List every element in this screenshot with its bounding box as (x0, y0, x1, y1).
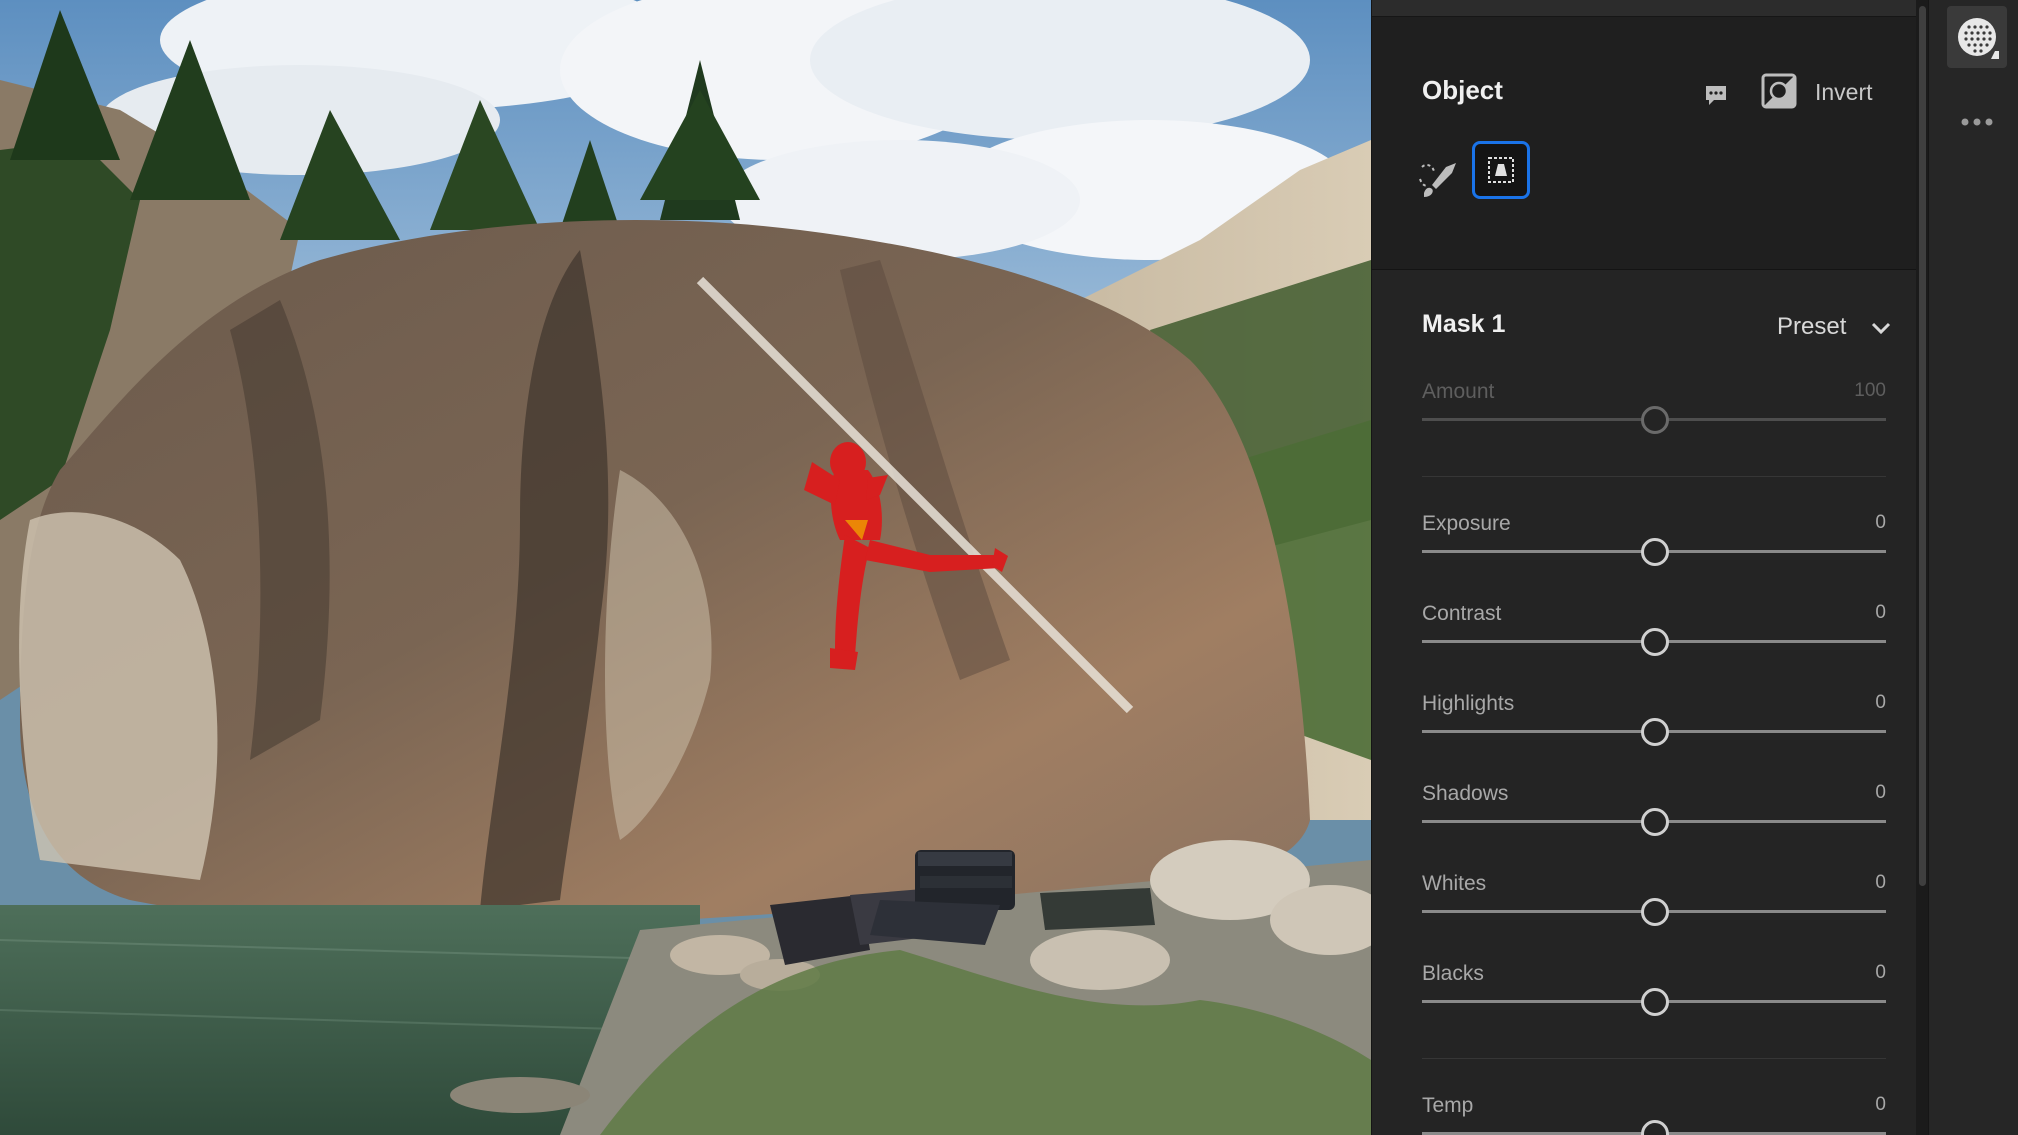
object-title: Object (1422, 75, 1503, 105)
slider-value[interactable]: 0 (1875, 782, 1886, 804)
slider-thumb[interactable] (1641, 538, 1669, 566)
slider-label: Highlights (1422, 692, 1515, 715)
slider-exposure[interactable]: Exposure 0 (1422, 512, 1886, 582)
slider-thumb[interactable] (1641, 808, 1669, 836)
slider-thumb[interactable] (1641, 628, 1669, 656)
invert-label[interactable]: Invert (1815, 79, 1873, 106)
slider-label: Amount (1422, 380, 1495, 403)
divider (1422, 476, 1886, 477)
mask-title: Mask 1 (1422, 310, 1506, 338)
slider-thumb[interactable] (1641, 898, 1669, 926)
brush-select-icon[interactable] (1416, 157, 1464, 205)
more-options-icon[interactable] (1957, 110, 1997, 134)
slider-thumb[interactable] (1641, 406, 1669, 434)
slider-value[interactable]: 0 (1875, 1094, 1886, 1116)
slider-blacks[interactable]: Blacks 0 (1422, 962, 1886, 1032)
side-toolbar (1928, 0, 2018, 1135)
slider-contrast[interactable]: Contrast 0 (1422, 602, 1886, 672)
object-section: Object Invert (1372, 17, 1917, 270)
slider-label: Blacks (1422, 962, 1484, 985)
masking-tool-button[interactable] (1947, 6, 2007, 68)
slider-value[interactable]: 0 (1875, 872, 1886, 894)
slider-label: Temp (1422, 1094, 1474, 1117)
rectangle-select-button[interactable] (1472, 141, 1530, 199)
masking-icon (1958, 18, 1999, 59)
slider-label: Contrast (1422, 602, 1502, 625)
slider-value[interactable]: 0 (1875, 962, 1886, 984)
slider-label: Shadows (1422, 782, 1509, 805)
slider-value[interactable]: 100 (1854, 380, 1886, 402)
scrollbar-thumb[interactable] (1919, 6, 1926, 886)
slider-amount[interactable]: Amount 100 (1422, 380, 1886, 450)
invert-icon[interactable] (1761, 73, 1797, 109)
photo-canvas[interactable] (0, 0, 1371, 1135)
slider-value[interactable]: 0 (1875, 602, 1886, 624)
rectangle-select-icon (1488, 157, 1514, 183)
divider (1422, 1058, 1886, 1059)
slider-shadows[interactable]: Shadows 0 (1422, 782, 1886, 852)
photo-image (0, 0, 1371, 1135)
slider-thumb[interactable] (1641, 718, 1669, 746)
preset-dropdown[interactable]: Preset (1777, 313, 1846, 341)
slider-value[interactable]: 0 (1875, 692, 1886, 714)
slider-thumb[interactable] (1641, 988, 1669, 1016)
slider-thumb[interactable] (1641, 1120, 1669, 1135)
comment-icon[interactable] (1702, 81, 1730, 109)
slider-temp[interactable]: Temp 0 (1422, 1094, 1886, 1135)
chevron-down-icon[interactable] (1870, 320, 1892, 336)
panel-top-bar (1372, 0, 1917, 17)
masking-panel: Object Invert Mask 1 Preset Amount 100 E… (1371, 0, 1917, 1135)
slider-whites[interactable]: Whites 0 (1422, 872, 1886, 942)
slider-label: Exposure (1422, 512, 1511, 535)
slider-highlights[interactable]: Highlights 0 (1422, 692, 1886, 762)
app-window: Object Invert Mask 1 Preset Amount 100 E… (0, 0, 2018, 1135)
slider-label: Whites (1422, 872, 1487, 895)
slider-value[interactable]: 0 (1875, 512, 1886, 534)
panel-scrollbar[interactable] (1916, 0, 1928, 1135)
